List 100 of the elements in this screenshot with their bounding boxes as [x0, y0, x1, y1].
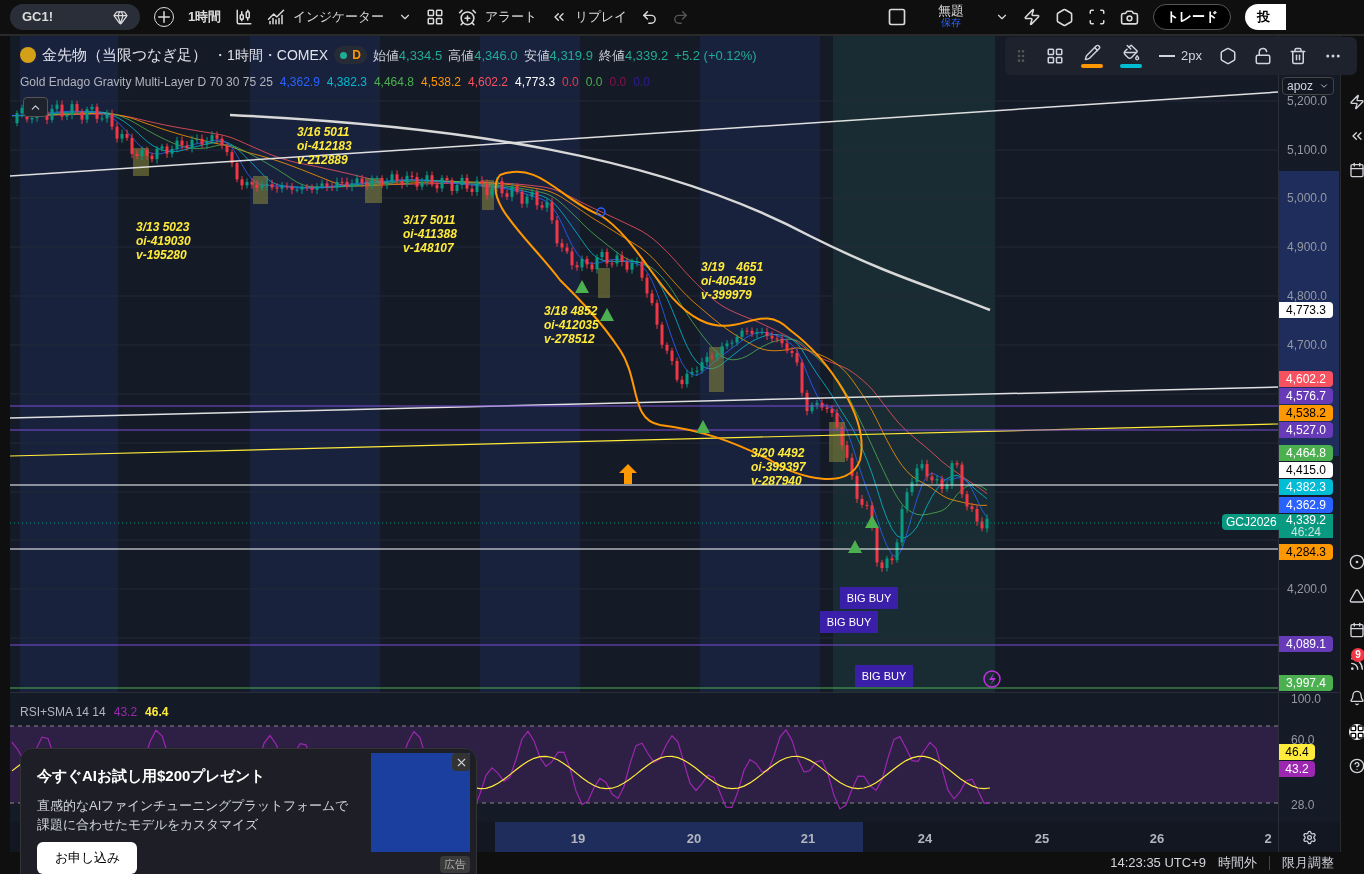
line-width-button[interactable]: 2px [1159, 46, 1202, 66]
ohlc-value: 始値4,334.5 [372, 46, 443, 65]
replay-button[interactable]: リプレイ [551, 7, 628, 27]
price-tag: 4,089.1 [1279, 636, 1333, 652]
trash-icon[interactable] [1288, 47, 1307, 65]
price-tag: 3,997.4 [1279, 675, 1333, 691]
time-label: 20 [686, 830, 702, 848]
indicator-value: 4,382.3 [326, 73, 367, 91]
highlight-box [365, 178, 382, 203]
interval-button[interactable]: 1時間 [188, 7, 222, 27]
scale-mode-dropdown[interactable]: apoz [1282, 77, 1334, 95]
time-label: 21 [800, 830, 816, 848]
price-tag: 4,382.3 [1279, 479, 1333, 495]
price-label: 5,000.0 [1287, 190, 1328, 207]
price-tag: 4,602.2 [1279, 371, 1333, 387]
lightning-search-icon[interactable] [1023, 8, 1042, 26]
rsi-value: 43.2 [113, 704, 138, 721]
symbol-title: 金先物（当限つなぎ足） [42, 45, 207, 65]
close-button[interactable] [452, 753, 470, 771]
indicator-chart-icon [267, 8, 286, 26]
diamond-icon [113, 9, 128, 25]
fill-color-button[interactable] [1120, 44, 1142, 68]
indicator-value: 4,602.2 [468, 73, 509, 91]
unlock-icon[interactable] [1253, 47, 1272, 65]
bell-icon[interactable] [1349, 690, 1364, 706]
current-price-tag: 4,339.2 46:24 [1279, 514, 1333, 538]
highlight-box [829, 422, 845, 462]
signal-label: BIG BUY [855, 665, 913, 687]
target-icon[interactable] [1349, 554, 1364, 570]
undo-icon[interactable] [641, 8, 659, 26]
indicator-value: 0.0 [633, 73, 650, 91]
time-label: 2 [1264, 830, 1272, 848]
ohlc-value: 安値4,319.9 [523, 46, 593, 65]
symbol-search[interactable]: GC1! [10, 4, 140, 30]
time-label: 26 [1149, 830, 1165, 848]
time-label: 24 [917, 830, 933, 848]
settings-icon[interactable] [1055, 7, 1075, 27]
candlestick-icon[interactable] [235, 8, 254, 26]
chart-annotation: 3/17 5011 oi-411388 v-148107 [403, 213, 457, 255]
square-icon[interactable] [887, 7, 908, 27]
apps-icon[interactable] [1349, 724, 1364, 740]
triangle-marker [600, 308, 614, 321]
indicators-button[interactable]: インジケーター [267, 7, 385, 27]
price-tag: 4,527.0 [1279, 422, 1333, 438]
price-label: 5,200.0 [1287, 93, 1328, 110]
calendar-icon[interactable] [1349, 622, 1364, 638]
layout-grid-icon[interactable] [426, 8, 445, 26]
camera-icon[interactable] [1120, 7, 1140, 27]
session-status: 時間外 [1218, 854, 1257, 873]
interval-label: ・1時間・COMEX [213, 45, 329, 65]
rsi-label: RSI+SMA 14 14 [20, 704, 106, 721]
price-label: 4,200.0 [1287, 581, 1328, 598]
publish-button[interactable]: 投 [1245, 4, 1287, 30]
sma-value: 46.4 [145, 704, 169, 721]
rsi-tag: 46.4 [1279, 744, 1315, 760]
adjustment-button[interactable]: 限月調整 [1282, 853, 1334, 873]
time-label: 19 [570, 830, 586, 848]
collapse-button[interactable] [23, 97, 48, 117]
triangle-marker [865, 515, 879, 528]
time-label: 25 [1034, 830, 1050, 848]
highlight-box [253, 176, 268, 204]
triangle-icon[interactable] [1349, 588, 1364, 604]
price-label: 4,700.0 [1287, 337, 1328, 354]
price-label: 4,800.0 [1287, 288, 1328, 305]
ohlc-value: 高値4,346.0 [448, 46, 518, 65]
line-color-button[interactable] [1081, 44, 1103, 68]
layout-name-button[interactable]: 無題 保存 [921, 5, 982, 29]
indicator-value: 4,538.2 [420, 73, 461, 91]
highlight-box [709, 347, 724, 392]
template-icon[interactable] [1046, 47, 1064, 65]
calendar-icon[interactable] [1349, 162, 1364, 178]
alert-button[interactable]: アラート [458, 7, 538, 27]
indicator-value: 4,362.9 [279, 73, 320, 91]
chart-annotation: 3/13 5023 oi-419030 v-195280 [136, 220, 191, 262]
indicator-value: 0.0 [585, 73, 603, 91]
highlight-box [598, 268, 610, 298]
settings-icon[interactable] [1218, 47, 1237, 65]
price-tag: 4,576.7 [1279, 388, 1333, 404]
rsi-axis-label: 100.0 [1291, 691, 1322, 708]
price-tag: 4,415.0 [1279, 462, 1333, 478]
trade-button[interactable]: トレード [1153, 4, 1232, 30]
price-tag: 4,284.3 [1279, 544, 1333, 560]
fullscreen-icon[interactable] [1088, 8, 1107, 26]
ad-label: 広告 [440, 856, 470, 873]
ad-title: 今すぐAIお試し用$200プレゼント [37, 766, 267, 786]
signal-label: BIG BUY [820, 611, 878, 633]
indicator-value: 4,773.3 [515, 73, 556, 91]
redo-icon[interactable] [672, 8, 690, 26]
up-arrow-icon [619, 464, 637, 484]
indicator-value: 0.0 [562, 73, 579, 91]
chart-annotation: 3/16 5011 oi-412183 v-212889 [297, 125, 352, 167]
price-tag: 4,538.2 [1279, 405, 1333, 421]
chevron-down-icon [1319, 81, 1329, 91]
settings-icon[interactable] [1302, 829, 1317, 845]
apply-button[interactable]: お申し込み [37, 841, 137, 874]
help-icon[interactable] [1349, 758, 1364, 774]
market-status-badge: D [334, 46, 367, 65]
highlight-box [133, 148, 149, 176]
chart-annotation: 3/19 4651 oi-405419 v-399979 [701, 260, 764, 302]
triangle-marker [575, 280, 589, 293]
